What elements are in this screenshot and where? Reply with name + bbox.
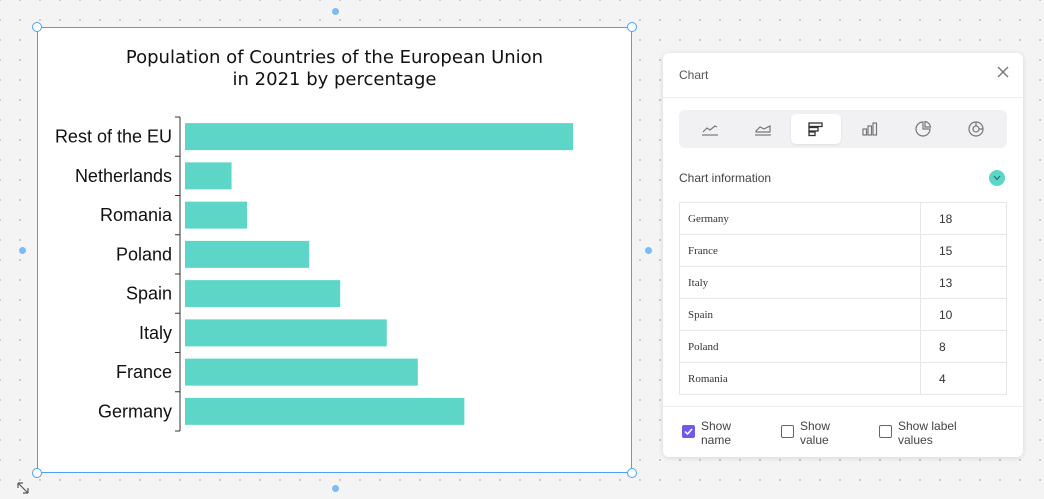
category-label: Netherlands xyxy=(75,166,172,186)
show-name-checkbox[interactable] xyxy=(682,425,695,438)
bar[interactable] xyxy=(185,123,573,151)
area-chart-icon xyxy=(754,125,771,136)
show-name-label-line-2: name xyxy=(701,433,732,447)
panel-footer: Show name Show value Show label values xyxy=(663,406,1023,458)
row-name-cell[interactable]: France xyxy=(680,235,921,266)
show-value-option[interactable]: Show value xyxy=(781,419,870,447)
collapse-toggle[interactable] xyxy=(989,170,1005,186)
bar[interactable] xyxy=(185,280,341,308)
table-row: Romania 4 xyxy=(679,363,1007,395)
chart-type-horizontal-bar[interactable] xyxy=(791,114,842,144)
donut-chart-icon xyxy=(968,121,984,137)
column-chart-icon xyxy=(862,122,877,136)
bar[interactable] xyxy=(185,319,387,347)
close-icon[interactable] xyxy=(996,65,1010,79)
row-value-cell[interactable]: 4 xyxy=(921,363,1006,394)
row-name-cell[interactable]: Germany xyxy=(680,203,921,234)
show-value-label: Show value xyxy=(800,419,870,447)
category-label: Italy xyxy=(139,323,172,343)
chart-type-column[interactable] xyxy=(845,114,895,144)
show-name-label-line-1: Show xyxy=(701,419,732,433)
chart-type-pie[interactable] xyxy=(898,114,948,144)
category-label: Rest of the EU xyxy=(55,127,172,147)
show-name-option[interactable]: Show name xyxy=(682,419,771,447)
category-label: Germany xyxy=(98,401,172,421)
chart-type-donut[interactable] xyxy=(951,114,1001,144)
category-label: Romania xyxy=(100,205,173,225)
table-row: Italy 13 xyxy=(679,267,1007,299)
table-row: France 15 xyxy=(679,235,1007,267)
chart-information-label: Chart information xyxy=(679,171,772,185)
bar[interactable] xyxy=(185,162,232,190)
show-value-label-line-1: Show xyxy=(800,419,831,433)
row-value-cell[interactable]: 13 xyxy=(921,267,1006,298)
category-label: Spain xyxy=(126,284,172,304)
row-name-cell[interactable]: Spain xyxy=(680,299,921,330)
horizontal-bar-chart-icon xyxy=(808,122,823,137)
row-name-cell[interactable]: Poland xyxy=(680,331,921,362)
row-name-cell[interactable]: Romania xyxy=(680,363,921,394)
bar[interactable] xyxy=(185,201,248,229)
show-label-values-checkbox[interactable] xyxy=(879,425,892,438)
panel-title: Chart xyxy=(679,68,709,82)
table-row: Poland 8 xyxy=(679,331,1007,363)
row-value-cell[interactable]: 8 xyxy=(921,331,1006,362)
chart-type-area[interactable] xyxy=(738,114,788,144)
table-row: Germany 18 xyxy=(679,203,1007,235)
category-label: Poland xyxy=(116,244,172,264)
bar[interactable] xyxy=(185,397,465,425)
chart-settings-panel: Chart Chart information Germany 18 Franc… xyxy=(663,53,1023,457)
pie-chart-icon xyxy=(915,120,932,137)
show-label-values-label-line-1: Show label xyxy=(898,419,957,433)
row-name-cell[interactable]: Italy xyxy=(680,267,921,298)
chevron-down-icon xyxy=(993,175,1001,181)
chart-data-table: Germany 18 France 15 Italy 13 Spain 10 P… xyxy=(679,202,1007,395)
row-value-cell[interactable]: 18 xyxy=(921,203,1006,234)
show-label-values-label: Show label values xyxy=(898,419,968,447)
show-name-label: Show name xyxy=(701,419,771,447)
chart-type-selector xyxy=(679,110,1007,148)
show-label-values-label-line-2: values xyxy=(898,433,933,447)
checkmark-icon xyxy=(684,428,693,435)
row-value-cell[interactable]: 10 xyxy=(921,299,1006,330)
bar[interactable] xyxy=(185,240,310,268)
chart-type-line[interactable] xyxy=(685,114,735,144)
show-value-checkbox[interactable] xyxy=(781,425,794,438)
category-label: France xyxy=(116,362,172,382)
panel-header: Chart xyxy=(663,53,1023,98)
row-value-cell[interactable]: 15 xyxy=(921,235,1006,266)
show-value-label-line-2: value xyxy=(800,433,829,447)
show-label-values-option[interactable]: Show label values xyxy=(879,419,968,447)
line-chart-icon xyxy=(701,125,718,136)
rotate-icon[interactable] xyxy=(15,480,31,496)
table-row: Spain 10 xyxy=(679,299,1007,331)
bar[interactable] xyxy=(185,358,418,386)
